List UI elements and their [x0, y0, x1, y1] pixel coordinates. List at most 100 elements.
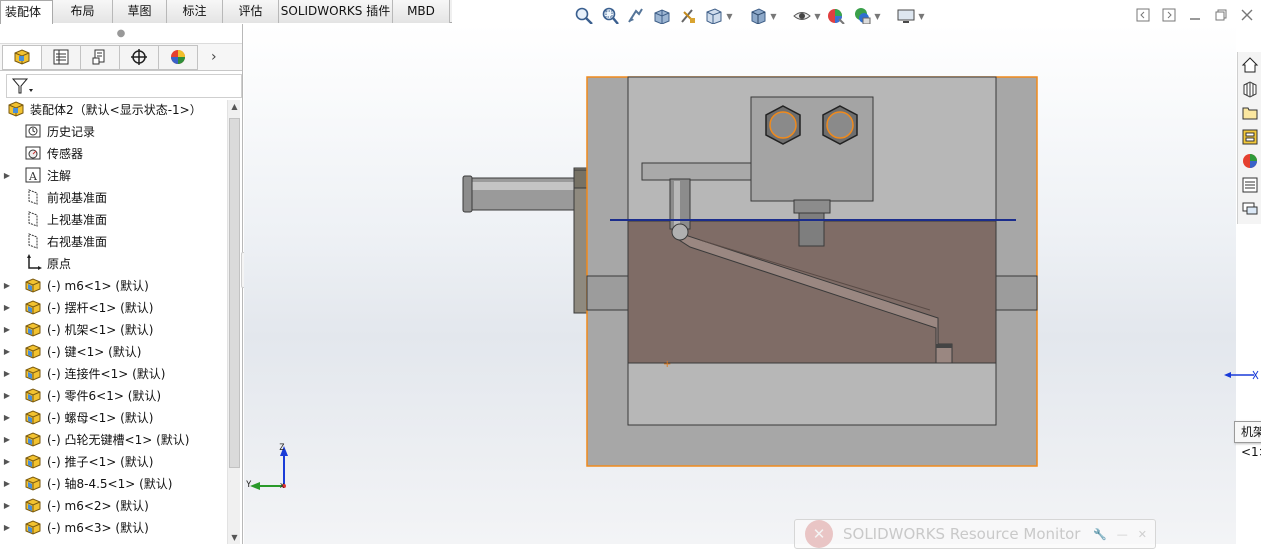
tree-item-label: 上视基准面 — [47, 212, 108, 227]
pusher-rod[interactable] — [798, 212, 825, 247]
tree-item[interactable]: ▶ (-) 螺母<1> (默认) — [0, 406, 228, 428]
tree-item[interactable]: 上视基准面 — [0, 208, 228, 230]
chevron-down-icon[interactable]: ▼ — [918, 12, 925, 21]
feature-manager-tab[interactable] — [2, 44, 42, 70]
tab-sketch[interactable]: 草图 — [113, 0, 167, 23]
expand-arrow-icon[interactable]: ▶ — [0, 391, 14, 400]
configuration-manager-tab[interactable] — [80, 44, 120, 70]
nut-2[interactable] — [822, 105, 858, 145]
chevron-down-icon[interactable]: ▼ — [726, 12, 733, 21]
nut-1[interactable] — [765, 105, 801, 145]
minimize-icon[interactable] — [1186, 6, 1203, 23]
tree-item-label: (-) m6<3> (默认) — [47, 520, 149, 535]
custom-properties-icon[interactable] — [1240, 174, 1260, 196]
tree-item[interactable]: ▶ (-) 凸轮无键槽<1> (默认) — [0, 428, 228, 450]
pusher-collar[interactable] — [793, 199, 831, 214]
tab-layout[interactable]: 布局 — [53, 0, 113, 23]
expand-arrow-icon[interactable]: ▶ — [0, 501, 14, 510]
forum-icon[interactable] — [1240, 198, 1260, 220]
file-explorer-icon[interactable] — [1240, 102, 1260, 124]
assembly-model-view[interactable]: + — [244, 24, 1236, 544]
lever-arm[interactable] — [641, 162, 753, 181]
tab-evaluate[interactable]: 评估 — [223, 0, 279, 23]
appearances-icon[interactable] — [1240, 150, 1260, 172]
expand-arrow-icon[interactable]: ▶ — [0, 479, 14, 488]
plane-icon — [23, 210, 43, 228]
tree-root-assembly[interactable]: 装配体2（默认<显示状态-1>） — [0, 98, 228, 120]
scroll-down-icon[interactable]: ▼ — [228, 533, 241, 542]
close-icon[interactable]: ✕ — [1138, 528, 1147, 541]
scroll-up-icon[interactable]: ▲ — [228, 102, 241, 111]
origin-icon — [23, 254, 43, 272]
feature-tree-scrollbar[interactable]: ▲ ▼ — [227, 100, 240, 544]
expand-arrow-icon[interactable]: ▶ — [0, 413, 14, 422]
chevron-down-icon[interactable]: ▼ — [770, 12, 777, 21]
scrollbar-thumb[interactable] — [229, 118, 240, 468]
wrench-icon[interactable]: 🔧 — [1093, 528, 1107, 541]
tree-item[interactable]: ▶ (-) m6<1> (默认) — [0, 274, 228, 296]
tree-item[interactable]: 原点 — [0, 252, 228, 274]
restore-icon[interactable] — [1212, 6, 1229, 23]
expand-arrow-icon[interactable]: ▶ — [0, 457, 14, 466]
tree-item-label: (-) 轴8-4.5<1> (默认) — [47, 476, 173, 491]
panel-grip-handle[interactable]: ● — [0, 24, 242, 44]
resource-monitor-notification[interactable]: ✕ SOLIDWORKS Resource Monitor 🔧 — ✕ — [794, 519, 1156, 549]
display-manager-tab[interactable] — [158, 44, 198, 70]
tree-item[interactable]: ▶ (-) m6<2> (默认) — [0, 494, 228, 516]
expand-arrow-icon[interactable]: ▶ — [0, 435, 14, 444]
left-pin[interactable] — [586, 275, 629, 311]
view-palette-icon[interactable] — [1240, 126, 1260, 148]
tree-item[interactable]: 传感器 — [0, 142, 228, 164]
expand-arrow-icon[interactable]: ▶ — [0, 281, 14, 290]
tree-item[interactable]: ▶ (-) 推子<1> (默认) — [0, 450, 228, 472]
tree-item[interactable]: ▶ (-) m6<3> (默认) — [0, 516, 228, 538]
resources-icon[interactable] — [1240, 54, 1260, 76]
tree-item[interactable]: ▶ (-) 连接件<1> (默认) — [0, 362, 228, 384]
dock-left-icon[interactable] — [1134, 6, 1151, 23]
dimxpert-manager-tab[interactable] — [119, 44, 159, 70]
left-flange[interactable] — [573, 167, 588, 314]
tab-annotation[interactable]: 标注 — [167, 0, 223, 23]
ribbon-tabbar: 装配体 布局 草图 标注 评估 SOLIDWORKS 插件 MBD — [0, 0, 452, 24]
tree-item[interactable]: 历史记录 — [0, 120, 228, 142]
tree-item-label: 传感器 — [47, 146, 84, 161]
right-pin[interactable] — [995, 275, 1038, 311]
tab-assembly[interactable]: 装配体 — [0, 0, 53, 24]
shaft-end-cap[interactable] — [462, 175, 473, 213]
expand-arrow-icon[interactable]: ▶ — [0, 171, 14, 180]
component-tooltip: 机架<1> — [1234, 421, 1261, 459]
property-manager-tab[interactable] — [41, 44, 81, 70]
tree-item[interactable]: ▶ (-) 轴8-4.5<1> (默认) — [0, 472, 228, 494]
design-library-icon[interactable] — [1240, 78, 1260, 100]
expand-arrow-icon[interactable]: ▶ — [0, 325, 14, 334]
minimize-icon[interactable]: — — [1117, 528, 1128, 541]
chevron-right-icon[interactable]: › — [211, 49, 217, 65]
chevron-down-icon[interactable]: ▼ — [874, 12, 881, 21]
dock-right-icon[interactable] — [1160, 6, 1177, 23]
part-icon — [23, 298, 43, 316]
task-pane — [1237, 52, 1261, 224]
expand-arrow-icon[interactable]: ▶ — [0, 347, 14, 356]
tree-item-label: (-) 凸轮无键槽<1> (默认) — [47, 432, 190, 447]
tree-item[interactable]: ▶ (-) 键<1> (默认) — [0, 340, 228, 362]
tree-item[interactable]: ▶ (-) 机架<1> (默认) — [0, 318, 228, 340]
expand-arrow-icon[interactable]: ▶ — [0, 369, 14, 378]
tree-item[interactable]: 前视基准面 — [0, 186, 228, 208]
tab-solidworks-addins[interactable]: SOLIDWORKS 插件 — [279, 0, 393, 23]
expand-arrow-icon[interactable]: ▶ — [0, 523, 14, 532]
tree-item[interactable]: ▶ (-) 摆杆<1> (默认) — [0, 296, 228, 318]
tree-item[interactable]: ▶ A 注解 — [0, 164, 228, 186]
feature-tree-filter[interactable] — [6, 74, 242, 98]
tree-item[interactable]: 右视基准面 — [0, 230, 228, 252]
tree-item-label: (-) 螺母<1> (默认) — [47, 410, 154, 425]
tree-item-label: (-) 连接件<1> (默认) — [47, 366, 166, 381]
manager-tabs: › — [0, 44, 242, 71]
graphics-area[interactable]: + 机架<1> Z Y X ✕ SOLIDWORKS Resource Moni… — [244, 24, 1261, 549]
close-icon[interactable] — [1238, 6, 1255, 23]
tree-item-label: 原点 — [47, 256, 72, 271]
part-icon — [23, 518, 43, 536]
expand-arrow-icon[interactable]: ▶ — [0, 303, 14, 312]
tree-item[interactable]: ▶ (-) 零件6<1> (默认) — [0, 384, 228, 406]
chevron-down-icon[interactable]: ▼ — [814, 12, 821, 21]
tab-mbd[interactable]: MBD — [393, 0, 450, 23]
